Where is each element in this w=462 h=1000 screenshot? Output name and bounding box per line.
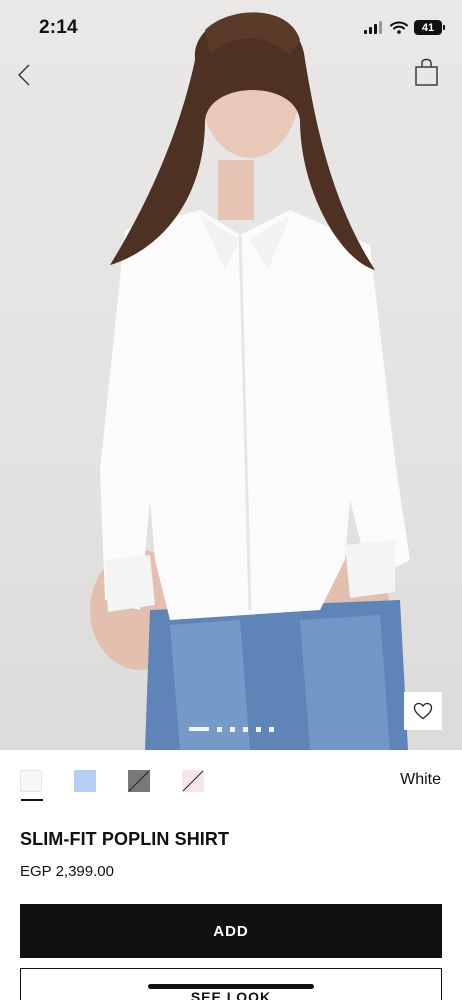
signal-icon xyxy=(364,21,382,34)
image-carousel-indicator xyxy=(0,725,462,733)
back-button[interactable] xyxy=(10,60,38,90)
carousel-dot xyxy=(242,726,248,732)
status-time: 2:14 xyxy=(39,17,78,38)
color-swatches xyxy=(20,770,204,801)
selected-color-name: White xyxy=(400,771,441,788)
battery-icon: 41 xyxy=(414,20,445,35)
product-price: EGP 2,399.00 xyxy=(20,863,114,880)
status-bar: 2:14 41 xyxy=(0,0,462,58)
color-swatch[interactable] xyxy=(182,770,204,792)
wishlist-button[interactable] xyxy=(404,692,442,730)
unavailable-slash-icon xyxy=(128,770,150,792)
carousel-dot xyxy=(216,726,222,732)
color-swatch[interactable] xyxy=(20,770,43,801)
add-to-cart-button[interactable]: ADD xyxy=(20,904,442,958)
product-name: SLIM-FIT POPLIN SHIRT xyxy=(20,829,230,849)
product-photo xyxy=(90,12,410,750)
battery-level: 41 xyxy=(421,21,435,34)
product-image[interactable]: 2:14 41 xyxy=(0,0,462,750)
color-swatch[interactable] xyxy=(128,770,150,792)
heart-icon xyxy=(413,702,433,720)
unavailable-slash-icon xyxy=(182,770,204,792)
status-icons: 41 xyxy=(364,20,445,35)
carousel-dot xyxy=(229,726,235,732)
shopping-bag-button[interactable] xyxy=(414,58,440,88)
carousel-dot xyxy=(255,726,261,732)
carousel-dot xyxy=(268,726,274,732)
chevron-left-icon xyxy=(18,64,30,86)
shopping-bag-icon xyxy=(415,58,438,86)
color-swatch[interactable] xyxy=(74,770,96,792)
home-indicator xyxy=(148,984,314,989)
carousel-dot xyxy=(188,727,209,731)
wifi-icon xyxy=(390,21,408,34)
